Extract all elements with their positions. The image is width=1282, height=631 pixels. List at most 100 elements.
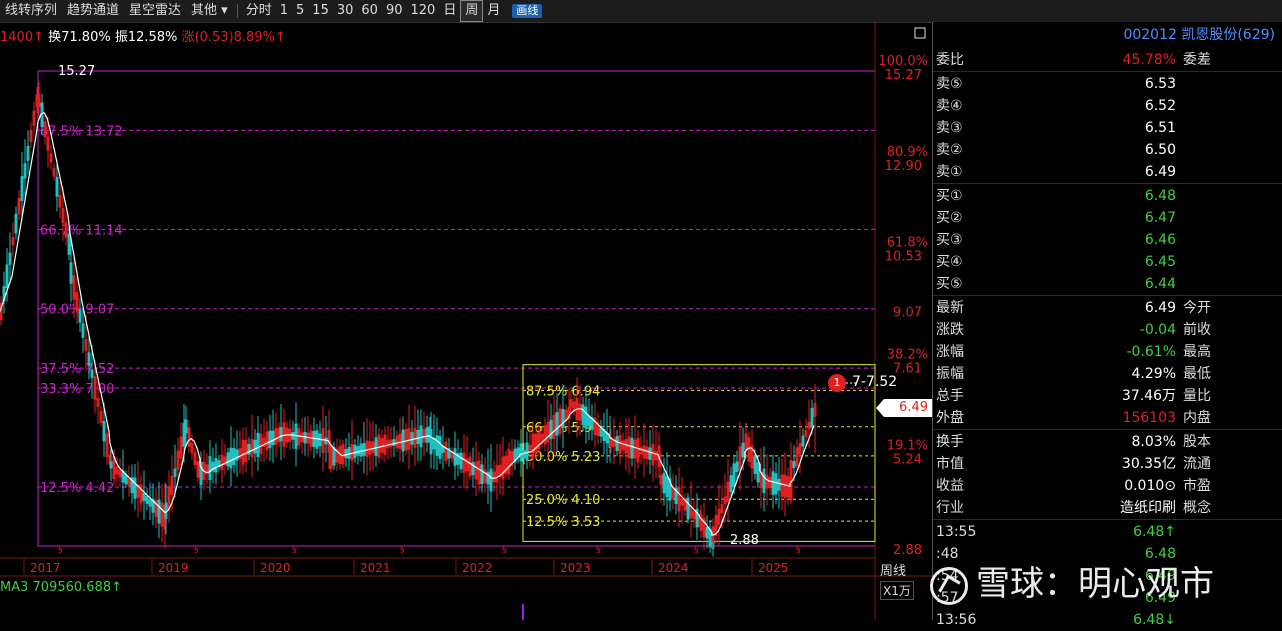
- panel-divider: [933, 519, 1282, 520]
- candle-body: [729, 475, 733, 492]
- sell-level-4-label: 卖④: [936, 98, 963, 114]
- buy-level-5-value: 6.44: [1144, 276, 1176, 292]
- fib2-label: 12.5% 3.53: [526, 515, 600, 530]
- sell-level-3-value: 6.51: [1144, 120, 1176, 136]
- candle-body: [294, 423, 298, 450]
- candle-body: [762, 468, 766, 494]
- candle-body: [235, 449, 239, 461]
- stat-row-1-label: 涨跌: [936, 322, 964, 338]
- candle-body: [87, 352, 91, 367]
- tick-price: 6.48↓: [1133, 612, 1176, 628]
- axis-pct-label: 61.8%: [887, 236, 928, 251]
- sell-level-2[interactable]: 卖② 6.50: [933, 139, 1282, 161]
- candle-body: [459, 452, 463, 470]
- candle-body: [318, 433, 322, 447]
- stat-row-1-label2: 前收: [1183, 322, 1211, 338]
- axis-price-label: 7.61: [893, 362, 922, 377]
- candle-body: [173, 468, 177, 477]
- dividend-marker: §: [194, 545, 199, 555]
- stat-row-5-value: 156103: [1122, 410, 1176, 426]
- candle-body: [410, 432, 414, 445]
- candle-body: [109, 461, 113, 469]
- year-label: 2019: [158, 561, 189, 575]
- candle-body: [630, 437, 634, 459]
- buy-level-4-label: 买④: [936, 254, 963, 270]
- dividend-marker: §: [292, 545, 297, 555]
- candle-body: [432, 437, 436, 450]
- candle-body: [665, 475, 669, 498]
- candle-body: [516, 447, 520, 458]
- candle-body: [78, 309, 82, 323]
- candle-body: [332, 447, 336, 466]
- sell-level-3[interactable]: 卖③ 6.51: [933, 117, 1282, 139]
- candle-body: [14, 213, 18, 234]
- tick-time: 13:56: [936, 612, 977, 628]
- stat-row-2[interactable]: 涨幅 -0.61% 最高: [933, 341, 1282, 363]
- candle-body: [229, 447, 233, 469]
- candle-body: [271, 430, 275, 446]
- stat2-row-0[interactable]: 换手 8.03% 股本: [933, 431, 1282, 453]
- candle-body: [522, 450, 526, 459]
- candle-body: [312, 431, 316, 448]
- buy-level-5[interactable]: 买⑤ 6.44: [933, 273, 1282, 295]
- candle-body: [419, 425, 423, 448]
- candle-body: [705, 527, 709, 539]
- stat2-row-1[interactable]: 市值 30.35亿 流通: [933, 453, 1282, 475]
- sell-level-2-label: 卖②: [936, 142, 963, 158]
- fib-label: 87.5% 13.72: [40, 124, 123, 139]
- buy-level-2[interactable]: 买② 6.47: [933, 207, 1282, 229]
- quote-panel: 002012 凯恩股份(629) 委比 45.78% 委差 卖⑤ 6.53 卖④ 6.52 卖…: [932, 22, 1282, 628]
- stat-row-0[interactable]: 最新 6.49 今开: [933, 297, 1282, 319]
- year-label: 2025: [758, 561, 789, 575]
- axis-pct-label: 38.2%: [887, 348, 928, 363]
- candle-body: [615, 436, 619, 451]
- stat-row-2-label: 涨幅: [936, 344, 964, 360]
- stat2-row-3[interactable]: 行业 造纸印刷 概念: [933, 497, 1282, 519]
- tick-price: 6.48↑: [1133, 524, 1176, 540]
- candle-body: [214, 457, 218, 473]
- candle-body: [256, 432, 260, 458]
- candle-body: [735, 461, 739, 473]
- stat-row-5-label2: 内盘: [1183, 410, 1211, 426]
- sell-level-1-label: 卖①: [936, 164, 963, 180]
- annotation-marker[interactable]: 1: [828, 374, 846, 392]
- stat-row-1-value: -0.04: [1139, 322, 1176, 338]
- stat2-row-2-label2: 市盈: [1183, 478, 1211, 494]
- axis-price-label: 10.53: [885, 250, 922, 265]
- stat-row-3-label2: 最低: [1183, 366, 1211, 382]
- stat2-row-3-label2: 概念: [1183, 500, 1211, 516]
- sell-level-4[interactable]: 卖④ 6.52: [933, 95, 1282, 117]
- fib-label: 33.3% 7.00: [40, 382, 114, 397]
- stat2-row-1-label2: 流通: [1183, 456, 1211, 472]
- candle-body: [133, 477, 137, 499]
- dividend-marker: §: [502, 545, 507, 555]
- panel-divider: [933, 429, 1282, 430]
- buy-level-3[interactable]: 买③ 6.46: [933, 229, 1282, 251]
- candlestick-chart[interactable]: 15.2787.5% 13.7266.7% 11.1450.0% 9.0737.…: [0, 0, 932, 620]
- stat-row-3[interactable]: 振幅 4.29% 最低: [933, 363, 1282, 385]
- stat2-row-3-label: 行业: [936, 500, 964, 516]
- stat-row-5[interactable]: 外盘 156103 内盘: [933, 407, 1282, 429]
- stat2-row-1-label: 市值: [936, 456, 964, 472]
- period-label[interactable]: 周线: [880, 560, 906, 579]
- stat-row-1[interactable]: 涨跌 -0.04 前收: [933, 319, 1282, 341]
- candles-group: [0, 82, 817, 557]
- sell-level-5[interactable]: 卖⑤ 6.53: [933, 73, 1282, 95]
- sell-level-1[interactable]: 卖① 6.49: [933, 161, 1282, 183]
- watermark: 雪球：明心观市: [930, 556, 1214, 605]
- candle-body: [792, 461, 796, 468]
- tick-row: 13:56 6.48↓: [933, 609, 1282, 631]
- candle-body: [599, 427, 603, 437]
- buy-level-4[interactable]: 买④ 6.45: [933, 251, 1282, 273]
- buy-level-1[interactable]: 买① 6.48: [933, 185, 1282, 207]
- stock-code: 002012 凯恩股份(629): [1123, 27, 1275, 43]
- candle-body: [416, 429, 420, 445]
- dividend-marker: §: [58, 545, 63, 555]
- axis-price-label: 15.27: [885, 68, 922, 83]
- buy-level-3-value: 6.46: [1144, 232, 1176, 248]
- stat2-row-2[interactable]: 收益 0.010⊙ 市盈: [933, 475, 1282, 497]
- year-label: 2022: [462, 561, 493, 575]
- volume-unit[interactable]: X1万: [880, 581, 914, 600]
- candle-body: [753, 455, 757, 474]
- stat-row-4[interactable]: 总手 37.46万 量比: [933, 385, 1282, 407]
